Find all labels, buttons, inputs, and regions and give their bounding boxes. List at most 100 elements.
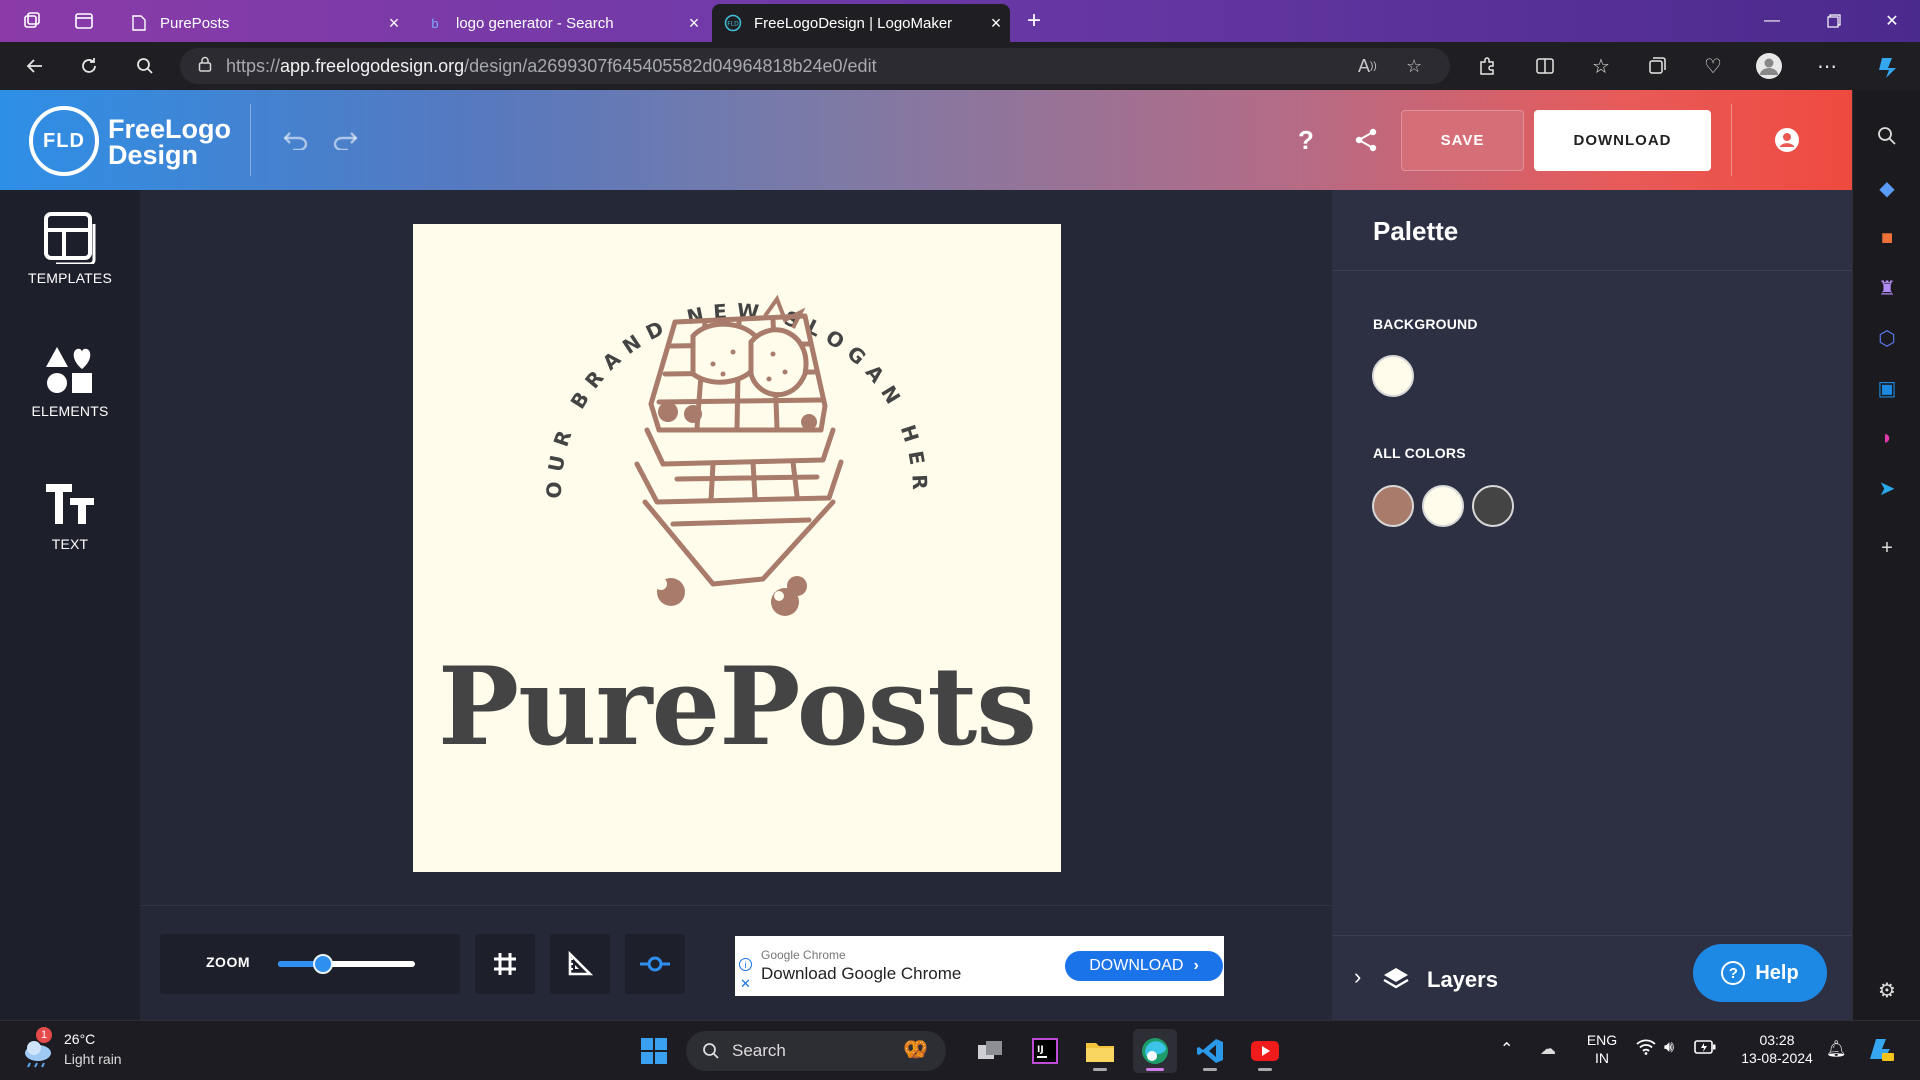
send-icon[interactable]: ➤ (1853, 468, 1920, 508)
redo-icon[interactable] (324, 120, 368, 160)
ad-close-icon[interactable]: ✕ (740, 976, 751, 992)
share-icon[interactable] (1344, 120, 1388, 160)
settings-gear-icon[interactable]: ⚙ (1853, 970, 1920, 1010)
workspaces-icon[interactable] (8, 0, 56, 42)
running-indicator (1093, 1068, 1107, 1071)
favorite-star-icon[interactable]: ☆ (1406, 48, 1422, 84)
copilot-taskbar-icon[interactable] (1864, 1033, 1896, 1070)
fld-logo-text[interactable]: FreeLogo Design (108, 116, 231, 169)
layers-icon (1383, 968, 1409, 989)
tray-expand-chevron-icon[interactable]: ⌃ (1500, 1039, 1513, 1059)
intellij-app[interactable]: IJ (1023, 1029, 1067, 1073)
profile-avatar-icon[interactable] (1746, 42, 1792, 90)
color-swatch-dark-gray[interactable] (1472, 485, 1514, 527)
brand-name-text[interactable]: PurePosts (413, 644, 1061, 770)
collections-icon[interactable] (1634, 42, 1680, 90)
add-icon[interactable]: + (1853, 528, 1920, 568)
running-indicator (1258, 1068, 1272, 1071)
ad-banner[interactable]: i ✕ Google Chrome Download Google Chrome… (735, 936, 1224, 996)
wifi-icon[interactable] (1636, 1039, 1656, 1060)
color-swatch-brown[interactable] (1372, 485, 1414, 527)
fld-icon: FLD (724, 14, 742, 32)
copilot-icon[interactable] (1853, 48, 1920, 88)
battery-icon[interactable] (1694, 1040, 1716, 1059)
url-path: /design/a2699307f645405582d04964818b24e0… (464, 55, 877, 76)
tab-pureposts[interactable]: PurePosts × (118, 4, 408, 42)
templates-tool[interactable]: TEMPLATES (0, 190, 140, 300)
tools-icon[interactable]: ■ (1853, 218, 1920, 258)
back-icon[interactable] (12, 42, 58, 90)
vscode-app[interactable] (1188, 1029, 1232, 1073)
snap-guides-button[interactable] (625, 934, 685, 994)
close-icon[interactable]: × (680, 13, 708, 34)
search-icon (703, 1043, 719, 1059)
tab-actions-icon[interactable] (60, 0, 108, 42)
help-chat-button[interactable]: ? Help (1693, 944, 1827, 1002)
text-tool[interactable]: TEXT (0, 456, 140, 566)
page-icon (130, 14, 148, 32)
svg-text:FLD: FLD (727, 21, 739, 28)
minimize-icon[interactable]: — (1744, 0, 1800, 42)
download-button[interactable]: DOWNLOAD (1534, 110, 1711, 171)
outlook-icon[interactable]: ▣ (1853, 368, 1920, 408)
shopping-tag-icon[interactable]: ◆ (1853, 168, 1920, 208)
microsoft365-icon[interactable]: ⬡ (1853, 318, 1920, 358)
designer-icon[interactable]: ◗ (1853, 418, 1920, 458)
restore-icon[interactable] (1806, 0, 1862, 42)
clock-time: 03:28 (1759, 1032, 1795, 1048)
onedrive-icon[interactable]: ☁ (1540, 1039, 1556, 1059)
color-swatch-cream[interactable] (1422, 485, 1464, 527)
close-icon[interactable]: × (380, 13, 408, 34)
shapes-icon (46, 347, 92, 393)
read-aloud-icon[interactable]: A)) (1358, 48, 1377, 84)
help-question-icon[interactable]: ? (1284, 120, 1328, 160)
grid-button[interactable] (475, 934, 535, 994)
tool-label: ELEMENTS (31, 403, 109, 419)
url-field[interactable]: https://app.freelogodesign.org/design/a2… (180, 48, 1450, 84)
question-icon: ? (1721, 961, 1746, 985)
refresh-icon[interactable] (66, 42, 112, 90)
elements-tool[interactable]: ELEMENTS (0, 323, 140, 433)
notification-bell-icon[interactable]: 🔔︎ (1826, 1039, 1846, 1059)
chevron-right-icon: › (1193, 957, 1199, 974)
start-button[interactable] (632, 1029, 676, 1073)
panel-divider (1332, 270, 1852, 271)
save-button[interactable]: SAVE (1401, 110, 1524, 171)
logo-artboard[interactable]: YOUR BRAND NEW SLOGAN HERE PurePosts (413, 224, 1061, 872)
search-icon[interactable] (1853, 116, 1920, 156)
logo-emblem[interactable]: YOUR BRAND NEW SLOGAN HERE (413, 224, 1061, 644)
close-icon[interactable]: × (982, 13, 1010, 34)
background-color-swatch[interactable] (1372, 355, 1414, 397)
volume-icon[interactable]: 🔊︎ (1664, 1039, 1674, 1057)
close-window-icon[interactable]: ✕ (1864, 0, 1920, 42)
search-icon[interactable] (122, 42, 168, 90)
split-screen-icon[interactable] (1522, 42, 1568, 90)
taskbar-search[interactable]: Search 🥨 (686, 1031, 946, 1071)
browser-essentials-icon[interactable]: ♡ (1690, 42, 1736, 90)
games-icon[interactable]: ♜ (1853, 268, 1920, 308)
account-icon[interactable] (1765, 120, 1809, 160)
youtube-icon (1251, 1041, 1279, 1061)
ruler-button[interactable] (550, 934, 610, 994)
clock[interactable]: 03:28 13-08-2024 (1732, 1031, 1822, 1067)
task-view-button[interactable] (968, 1029, 1012, 1073)
ad-info-icon[interactable]: i (739, 958, 752, 971)
weather-widget[interactable]: 1 (20, 1027, 56, 1069)
extensions-icon[interactable] (1464, 42, 1510, 90)
youtube-app[interactable] (1243, 1029, 1287, 1073)
undo-icon[interactable] (273, 120, 317, 160)
task-view-icon (978, 1041, 1002, 1059)
favorites-icon[interactable]: ☆ (1578, 42, 1624, 90)
language-indicator[interactable]: ENG IN (1582, 1031, 1622, 1067)
file-explorer-app[interactable] (1078, 1029, 1122, 1073)
zoom-slider[interactable] (278, 954, 415, 974)
new-tab-icon[interactable]: + (1010, 0, 1058, 42)
more-options-icon[interactable]: ⋯ (1804, 42, 1850, 90)
zoom-slider-thumb[interactable] (313, 954, 334, 974)
fld-logo-mark[interactable]: FLD (29, 106, 99, 176)
slogan-text[interactable]: YOUR BRAND NEW SLOGAN HERE (413, 224, 932, 499)
ad-download-button[interactable]: DOWNLOAD › (1065, 951, 1223, 981)
tab-freelogodesign[interactable]: FLD FreeLogoDesign | LogoMaker × (712, 4, 1010, 42)
tab-logo-search[interactable]: b logo generator - Search × (414, 4, 708, 42)
edge-app[interactable] (1133, 1029, 1177, 1073)
